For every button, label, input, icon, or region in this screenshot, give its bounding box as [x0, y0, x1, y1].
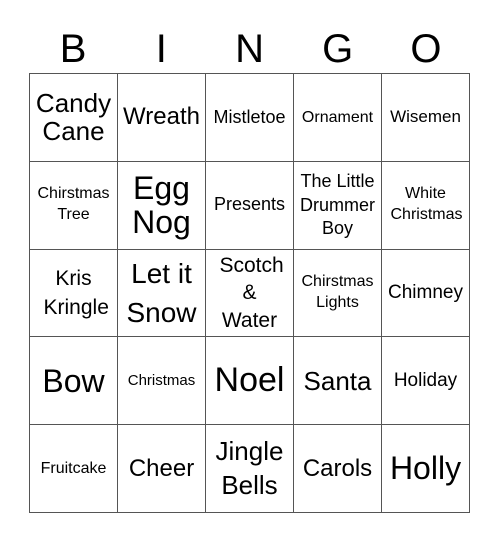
- bingo-board: Candy Cane Wreath Mistletoe Ornament Wis…: [29, 73, 470, 513]
- bingo-cell[interactable]: Holiday: [382, 337, 470, 426]
- cell-text: Chirstmas Lights: [301, 273, 374, 311]
- header-letter-g: G: [322, 27, 354, 71]
- bingo-cell[interactable]: Carols: [294, 425, 382, 513]
- bingo-cell[interactable]: Chirstmas Lights: [294, 249, 382, 338]
- bingo-cell[interactable]: Santa: [294, 337, 382, 426]
- cell-text: Wisemen: [390, 107, 461, 127]
- header-letter-i: I: [155, 27, 167, 71]
- cell-text: Cheer: [128, 454, 195, 482]
- cell-text: Santa: [303, 365, 372, 396]
- cell-text: Scotch & Water: [219, 254, 284, 332]
- bingo-cell[interactable]: Chimney: [382, 249, 470, 338]
- bingo-cell[interactable]: Wisemen: [382, 74, 470, 162]
- cell-text: Presents: [213, 194, 286, 215]
- bingo-cell[interactable]: Noel: [206, 337, 294, 426]
- cell-text: Christmas: [127, 371, 196, 389]
- bingo-cell[interactable]: Mistletoe: [206, 74, 294, 162]
- bingo-cell[interactable]: Presents: [206, 161, 294, 250]
- bingo-cell[interactable]: White Christmas: [382, 161, 470, 250]
- bingo-cell[interactable]: Wreath: [118, 74, 206, 162]
- bingo-cell[interactable]: Cheer: [118, 425, 206, 513]
- cell-text: Candy Cane: [35, 88, 112, 147]
- bingo-cell[interactable]: Kris Kringle: [30, 249, 118, 338]
- cell-text: The Little Drummer Boy: [300, 171, 375, 238]
- bingo-cell[interactable]: Christmas: [118, 337, 206, 426]
- bingo-cell[interactable]: The Little Drummer Boy: [294, 161, 382, 250]
- bingo-cell[interactable]: Scotch & Water: [206, 249, 294, 338]
- cell-text: Carols: [302, 454, 373, 482]
- bingo-cell[interactable]: Let it Snow: [118, 249, 206, 338]
- cell-text: Wreath: [123, 103, 200, 131]
- cell-text: Bow: [42, 362, 105, 399]
- cell-text: Mistletoe: [213, 106, 286, 127]
- bingo-cell[interactable]: Jingle Bells: [206, 425, 294, 513]
- bingo-header: B I N G O: [29, 26, 470, 72]
- cell-text: White Christmas: [390, 185, 463, 224]
- header-letter-o: O: [410, 27, 442, 71]
- cell-text: Ornament: [301, 108, 374, 126]
- header-letter-b: B: [59, 27, 87, 71]
- bingo-cell[interactable]: Holly: [382, 425, 470, 513]
- cell-text: Let it Snow: [126, 257, 197, 328]
- cell-text: Chimney: [388, 281, 463, 303]
- cell-text: Holly: [389, 450, 462, 487]
- bingo-cell[interactable]: Fruitcake: [30, 425, 118, 513]
- cell-text: Egg Nog: [132, 169, 191, 241]
- cell-text: Jingle Bells: [215, 435, 284, 500]
- bingo-cell[interactable]: Chirstmas Tree: [30, 161, 118, 250]
- cell-text: Fruitcake: [40, 459, 107, 477]
- cell-text: Chirstmas Tree: [37, 185, 110, 224]
- cell-text: Holiday: [393, 369, 458, 391]
- bingo-cell[interactable]: Egg Nog: [118, 161, 206, 250]
- bingo-cell[interactable]: Ornament: [294, 74, 382, 162]
- header-letter-n: N: [235, 27, 264, 71]
- cell-text: Kris Kringle: [43, 266, 109, 319]
- bingo-cell[interactable]: Bow: [30, 337, 118, 426]
- cell-text: Noel: [214, 361, 285, 400]
- bingo-cell[interactable]: Candy Cane: [30, 74, 118, 162]
